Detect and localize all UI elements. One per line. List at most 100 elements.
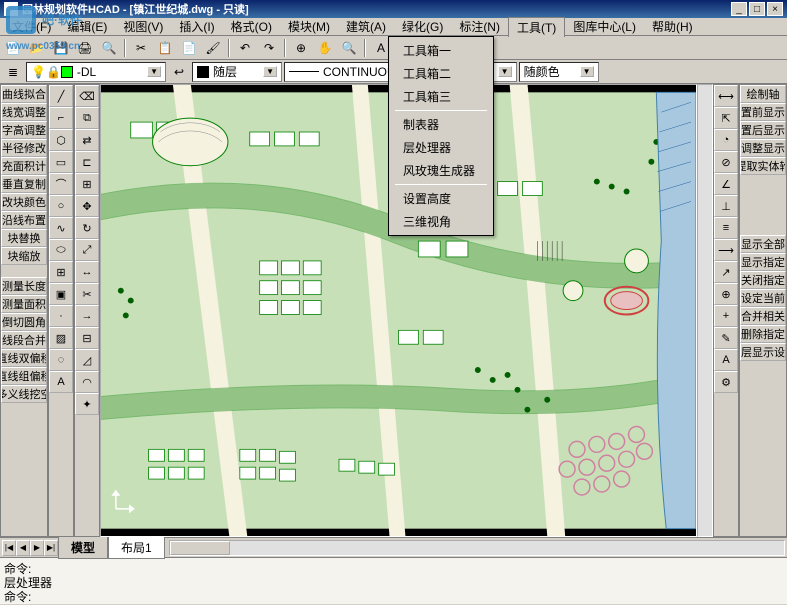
tolerance-icon[interactable]: ⊕ — [714, 283, 738, 305]
tool-merge[interactable]: 合并相关 — [740, 307, 786, 325]
undo-icon[interactable]: ↶ — [234, 38, 256, 58]
tab-next-icon[interactable]: ▶ — [30, 540, 44, 556]
close-button[interactable]: × — [767, 2, 783, 16]
menu-setheight[interactable]: 设置高度 — [391, 187, 491, 210]
scale-icon[interactable]: ⤢ — [75, 239, 99, 261]
tool-adjust-disp[interactable]: 调整显示 — [740, 139, 786, 157]
menu-insert[interactable]: 插入(I) — [171, 17, 222, 36]
array-icon[interactable]: ⊞ — [75, 173, 99, 195]
command-prompt[interactable]: 命令: — [4, 588, 783, 602]
explode-icon[interactable]: ✦ — [75, 393, 99, 415]
menu-toolbox1[interactable]: 工具箱一 — [391, 39, 491, 62]
menu-windrose[interactable]: 风玫瑰生成器 — [391, 159, 491, 182]
tool-measure-area[interactable]: 测量面积 — [1, 295, 47, 313]
move-icon[interactable]: ✥ — [75, 195, 99, 217]
dim-tedit-icon[interactable]: A — [714, 349, 738, 371]
break-icon[interactable]: ⊟ — [75, 327, 99, 349]
rotate-icon[interactable]: ↻ — [75, 217, 99, 239]
layer-dropdown[interactable]: 💡🔒 -DL ▼ — [26, 62, 166, 82]
tool-hatch-area[interactable]: 填充面积计算 — [1, 157, 47, 175]
color-style-dropdown[interactable]: 随层 ▼ — [192, 62, 282, 82]
erase-icon[interactable]: ⌫ — [75, 85, 99, 107]
center-mark-icon[interactable]: + — [714, 305, 738, 327]
block-icon[interactable]: ▣ — [49, 283, 73, 305]
chamfer-icon[interactable]: ◿ — [75, 349, 99, 371]
dim-baseline-icon[interactable]: ≡ — [714, 217, 738, 239]
menu-toolbox3[interactable]: 工具箱三 — [391, 85, 491, 108]
layer-prev-icon[interactable]: ↩ — [168, 62, 190, 82]
tool-linewidth[interactable]: 线宽调整 — [1, 103, 47, 121]
stretch-icon[interactable]: ↔ — [75, 261, 99, 283]
redo-icon[interactable]: ↷ — [258, 38, 280, 58]
zoom-icon[interactable]: 🔍 — [338, 38, 360, 58]
tab-prev-icon[interactable]: ◀ — [16, 540, 30, 556]
tab-last-icon[interactable]: ▶| — [44, 540, 58, 556]
tool-curve-fit[interactable]: 曲线拟合 — [1, 85, 47, 103]
polyline-icon[interactable]: ⌐ — [49, 107, 73, 129]
spline-icon[interactable]: ∿ — [49, 217, 73, 239]
tool-block-scale[interactable]: 块缩放 — [1, 247, 47, 265]
dim-aligned-icon[interactable]: ⇱ — [714, 107, 738, 129]
trim-icon[interactable]: ✂ — [75, 283, 99, 305]
circle-icon[interactable]: ○ — [49, 195, 73, 217]
tool-join[interactable]: 线段合并 — [1, 331, 47, 349]
open-icon[interactable]: 📂 — [26, 38, 48, 58]
save-icon[interactable]: 💾 — [50, 38, 72, 58]
tab-layout1[interactable]: 布局1 — [108, 537, 165, 559]
paste-icon[interactable]: 📄 — [178, 38, 200, 58]
pan-icon[interactable]: ✋ — [314, 38, 336, 58]
hatch-icon[interactable]: ▨ — [49, 327, 73, 349]
menu-help[interactable]: 帮助(H) — [644, 17, 701, 36]
insert-icon[interactable]: ⊞ — [49, 261, 73, 283]
tool-extract-outline[interactable]: 提取实体轮 — [740, 157, 786, 175]
tool-group-offset[interactable]: 直线组偏移 — [1, 367, 47, 385]
dim-radius-icon[interactable]: ◔ — [714, 129, 738, 151]
menu-toolbox2[interactable]: 工具箱二 — [391, 62, 491, 85]
preview-icon[interactable]: 🔍 — [98, 38, 120, 58]
tool-dbl-offset[interactable]: 直线双偏移 — [1, 349, 47, 367]
minimize-button[interactable]: _ — [731, 2, 747, 16]
dim-linear-icon[interactable]: ⟷ — [714, 85, 738, 107]
rectangle-icon[interactable]: ▭ — [49, 151, 73, 173]
tab-model[interactable]: 模型 — [58, 537, 108, 559]
tool-delete-spec[interactable]: 删除指定 — [740, 325, 786, 343]
tool-draw-axis[interactable]: 绘制轴 — [740, 85, 786, 103]
ellipse-icon[interactable]: ⬭ — [49, 239, 73, 261]
arc-icon[interactable]: ⌒ — [49, 173, 73, 195]
copy-obj-icon[interactable]: ⧉ — [75, 107, 99, 129]
menu-tools[interactable]: 工具(T) — [508, 17, 565, 37]
menu-tablegen[interactable]: 制表器 — [391, 113, 491, 136]
tool-send-back[interactable]: 置后显示 — [740, 121, 786, 139]
tool-show-all[interactable]: 显示全部 — [740, 235, 786, 253]
point-icon[interactable]: · — [49, 305, 73, 327]
layer-manager-icon[interactable]: ≣ — [2, 62, 24, 82]
vertical-scrollbar[interactable] — [697, 84, 713, 537]
menu-file[interactable]: 文件(F) — [4, 17, 59, 36]
tool-block-replace[interactable]: 块替换 — [1, 229, 47, 247]
new-icon[interactable]: 📄 — [2, 38, 24, 58]
tab-first-icon[interactable]: |◀ — [2, 540, 16, 556]
tool-pline-hollow[interactable]: 多义线挖空 — [1, 385, 47, 403]
tool-along-line[interactable]: 沿线布置 — [1, 211, 47, 229]
dim-angular-icon[interactable]: ∠ — [714, 173, 738, 195]
menu-library[interactable]: 图库中心(L) — [565, 17, 644, 36]
menu-layerproc[interactable]: 层处理器 — [391, 136, 491, 159]
tool-radius[interactable]: 半径修改 — [1, 139, 47, 157]
copy-icon[interactable]: 📋 — [154, 38, 176, 58]
line-icon[interactable]: ╱ — [49, 85, 73, 107]
tool-textheight[interactable]: 字高调整 — [1, 121, 47, 139]
menu-module[interactable]: 模块(M) — [280, 17, 338, 36]
menu-view[interactable]: 视图(V) — [115, 17, 171, 36]
menu-greening[interactable]: 绿化(G) — [394, 17, 451, 36]
plotcolor-dropdown[interactable]: 随颜色 ▼ — [519, 62, 599, 82]
extend-icon[interactable]: → — [75, 305, 99, 327]
tool-bring-front[interactable]: 置前显示 — [740, 103, 786, 121]
leader-icon[interactable]: ↗ — [714, 261, 738, 283]
offset-icon[interactable]: ⊏ — [75, 151, 99, 173]
cut-icon[interactable]: ✂ — [130, 38, 152, 58]
text-icon[interactable]: A — [49, 371, 73, 393]
dim-style-icon[interactable]: ⚙ — [714, 371, 738, 393]
dim-diameter-icon[interactable]: ⊘ — [714, 151, 738, 173]
tool-layer-disp[interactable]: 层显示设 — [740, 343, 786, 361]
dim-ordinate-icon[interactable]: ⊥ — [714, 195, 738, 217]
